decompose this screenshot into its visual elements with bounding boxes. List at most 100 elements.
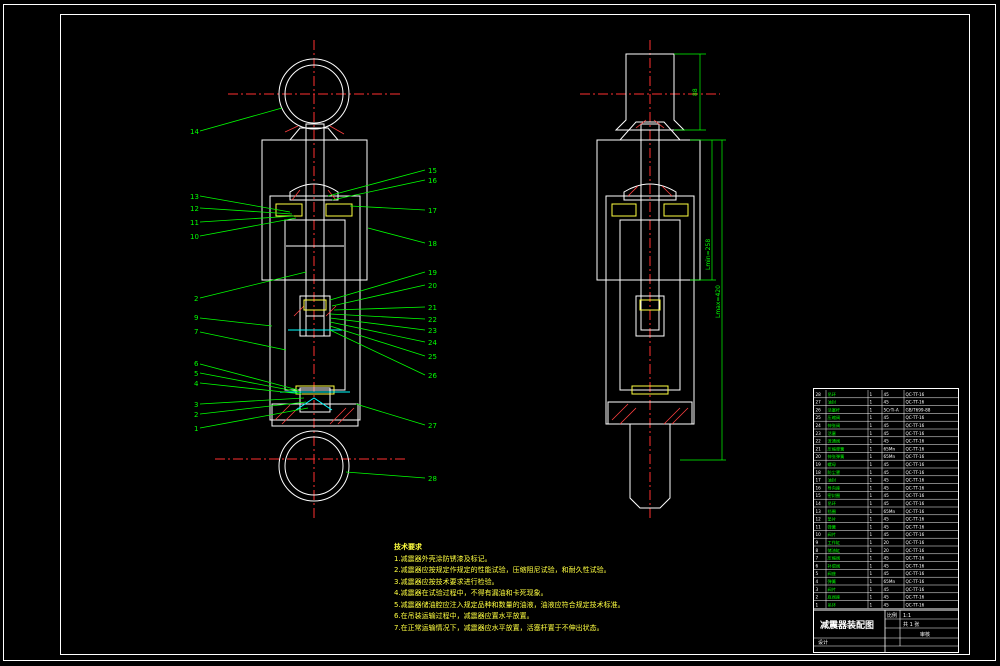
bom-cell: 15	[816, 493, 822, 498]
note-item: 2.减震器应按规定作规定的性能试验，压缩阻尼试验，和耐久性试验。	[394, 566, 611, 574]
callout-5: 5	[194, 370, 198, 378]
bom-cell: 工作缸	[828, 539, 841, 546]
callout-4: 4	[194, 380, 199, 388]
bom-cell: QC-TT-16	[906, 532, 925, 537]
bom-cell: 1	[870, 446, 873, 451]
bom-cell: 45	[884, 571, 890, 576]
bom-cell: 阀片	[828, 531, 836, 538]
bom-cell: 45	[884, 392, 890, 397]
bom-cell: 1	[870, 532, 873, 537]
bom-cell: 1	[870, 485, 873, 490]
bom-cell: QC-TT-16	[906, 392, 925, 397]
bom-cell: 23	[816, 431, 822, 436]
bom-cell: 螺母	[828, 461, 836, 468]
bom-cell: QC-TT-16	[906, 423, 925, 428]
bom-cell: 8	[816, 548, 819, 553]
bom-cell: 弹簧	[828, 578, 836, 585]
bom-cell: 45	[884, 595, 890, 600]
callout-12: 12	[190, 205, 199, 213]
bom-cell: 吊环	[828, 501, 836, 507]
bom-cell: 1	[870, 392, 873, 397]
bom-cell: 阀片	[828, 586, 836, 593]
callout-21: 21	[428, 304, 437, 312]
sheet-count: 共 1 张	[903, 621, 919, 628]
bom-cell: 1	[870, 439, 873, 444]
callout-15: 15	[428, 167, 437, 175]
bom-cell: 1	[870, 509, 873, 514]
checker-label: 审核	[920, 631, 930, 638]
bom-cell: 1	[870, 478, 873, 483]
bom-cell: QC-TT-16	[906, 446, 925, 451]
bom-cell: 45	[884, 439, 890, 444]
bom-cell: QC-TT-16	[906, 587, 925, 592]
leader-lines	[199, 107, 426, 479]
bom-cell: 24	[816, 423, 822, 428]
bom-cell: 导向座	[828, 484, 841, 491]
bom-cell: QC-TT-16	[906, 400, 925, 405]
bom-cell: 6	[816, 563, 819, 568]
callout-20: 20	[428, 282, 437, 290]
note-item: 6.在吊装运输过程中，减震器应置水平放置。	[394, 612, 534, 620]
bom-cell: QC-TT-16	[906, 571, 925, 576]
bom-cell: 5CrTi-A	[884, 407, 899, 412]
bom-cell: 1	[870, 415, 873, 420]
bom-cell: 伸张阀	[828, 422, 841, 429]
bom-cell: 45	[884, 478, 890, 483]
bom-cell: 45	[884, 493, 890, 498]
bom-cell: QC-TT-16	[906, 462, 925, 467]
bom-cell: 10	[816, 532, 822, 537]
bom-table: 28 吊环 1 45 QC-TT-1627 油封 1 45 QC-TT-1626 活塞杆 1 5CrT…	[814, 390, 958, 609]
bom-cell: 1	[870, 454, 873, 459]
callout-7: 7	[194, 328, 198, 336]
callout-26: 26	[428, 372, 437, 380]
bom-cell: 45	[884, 431, 890, 436]
bom-cell: 阀座	[828, 570, 836, 577]
bom-cell: 1	[870, 579, 873, 584]
note-item: 3.减震器应按技术要求进行检验。	[394, 577, 499, 586]
bom-cell: 油封	[828, 477, 836, 484]
callout-13: 13	[190, 193, 199, 201]
callout-27: 27	[428, 422, 437, 430]
bom-cell: 45	[884, 423, 890, 428]
bom-cell: 18	[816, 470, 822, 475]
bom-cell: 45	[884, 517, 890, 522]
bom-cell: 22	[816, 439, 822, 444]
title-block: 28 吊环 1 45 QC-TT-1627 油封 1 45 QC-TT-1626 活塞杆 1 5CrT…	[813, 388, 959, 653]
callout-16: 16	[428, 177, 437, 185]
bom-cell: 吊环	[828, 602, 836, 608]
bom-cell: 13	[816, 509, 822, 514]
bom-cell: 垫片	[828, 516, 836, 523]
bom-cell: 1	[870, 470, 873, 475]
callout-14: 14	[190, 128, 199, 136]
bom-cell: QC-TT-16	[906, 470, 925, 475]
bom-cell: QC-TT-16	[906, 509, 925, 514]
bom-cell: QC-TT-16	[906, 524, 925, 529]
callout-23: 23	[428, 327, 437, 335]
bom-cell: 补偿阀	[828, 562, 841, 569]
bom-cell: 1	[870, 571, 873, 576]
bom-cell: 底阀座	[828, 594, 841, 601]
bom-cell: 45	[884, 415, 890, 420]
callout-19: 19	[428, 269, 437, 277]
bom-cell: 1	[870, 595, 873, 600]
bom-cell: 12	[816, 517, 822, 522]
bom-cell: 17	[816, 478, 822, 483]
bom-cell: GB/T699-88	[906, 407, 931, 412]
bom-cell: 45	[884, 462, 890, 467]
callout-1: 1	[194, 425, 198, 433]
bom-cell: 5	[816, 571, 819, 576]
bom-cell: 65Mn	[884, 446, 896, 451]
bom-cell: 活塞	[828, 430, 837, 437]
bom-cell: 14	[816, 501, 822, 506]
callout-3: 3	[194, 401, 198, 409]
scale-value: 1:1	[903, 613, 911, 619]
designer-label: 设计	[818, 639, 828, 646]
bom-cell: 65Mn	[884, 579, 896, 584]
bom-cell: 45	[884, 470, 890, 475]
bom-cell: QC-TT-16	[906, 439, 925, 444]
bom-cell: 1	[870, 517, 873, 522]
bom-cell: 油封	[828, 399, 836, 406]
bom-cell: 20	[816, 454, 822, 459]
technical-notes: 技术要求 1.减震器外壳涂防锈漆及标记。 2.减震器应按规定作规定的性能试验，压…	[394, 542, 625, 634]
bom-cell: 65Mn	[884, 454, 896, 459]
